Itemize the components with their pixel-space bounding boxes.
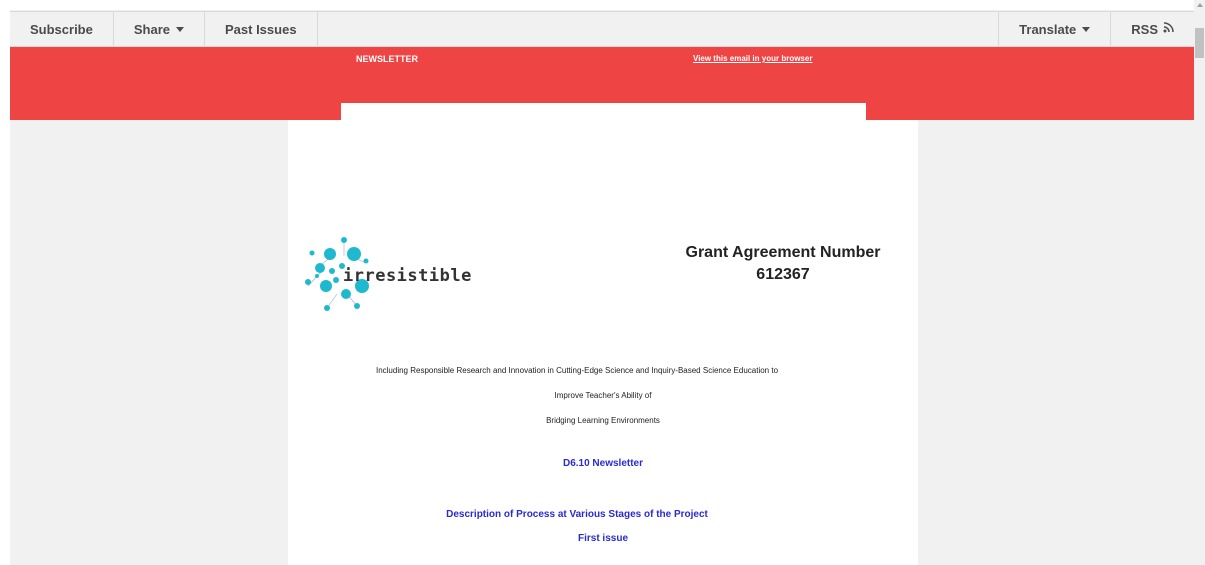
description-heading: Description of Process at Various Stages… [446,509,708,520]
past-issues-label: Past Issues [225,21,297,37]
subscribe-label: Subscribe [30,21,93,37]
page-top-margin [0,0,1205,10]
grant-number: 612367 [756,266,810,283]
share-dropdown[interactable]: Share [114,12,205,46]
top-navbar: Subscribe Share Past Issues Translate RS… [10,11,1194,47]
vertical-scrollbar[interactable] [1194,0,1205,565]
scrollbar-thumb[interactable] [1195,28,1204,58]
logo-text: irresistible [343,266,472,286]
share-label: Share [133,21,170,37]
newsletter-label: NEWSLETTER [356,54,418,64]
rss-icon [1163,22,1174,36]
scroll-up-arrow-icon[interactable] [1197,3,1203,7]
rss-link[interactable]: RSS [1110,12,1194,46]
subscribe-button[interactable]: Subscribe [10,12,114,46]
rss-label: RSS [1131,21,1158,37]
grant-title: Grant Agreement Number [685,244,881,261]
project-description-line2: Improve Teacher's Ability of [554,391,652,400]
translate-dropdown[interactable]: Translate [998,12,1110,46]
issue-label: First issue [577,533,629,544]
past-issues-link[interactable]: Past Issues [205,12,318,46]
translate-label: Translate [1019,21,1077,37]
view-in-browser-link[interactable]: View this email in your browser [693,54,812,63]
banner-tab [341,103,866,120]
caret-down-icon [1082,26,1091,32]
caret-down-icon [176,26,184,32]
newsletter-id: D6.10 Newsletter [562,458,644,469]
project-description-line1: Including Responsible Research and Innov… [375,366,779,375]
newsletter-banner: NEWSLETTER View this email in your brows… [10,47,1194,120]
grant-block: Grant Agreement Number 612367 [678,242,888,286]
email-content: irresistible Grant Agreement Number 6123… [288,120,918,565]
page-left-margin [0,0,10,565]
nav-right-group: Translate RSS [998,12,1194,46]
project-description-line3: Bridging Learning Environments [546,416,660,425]
